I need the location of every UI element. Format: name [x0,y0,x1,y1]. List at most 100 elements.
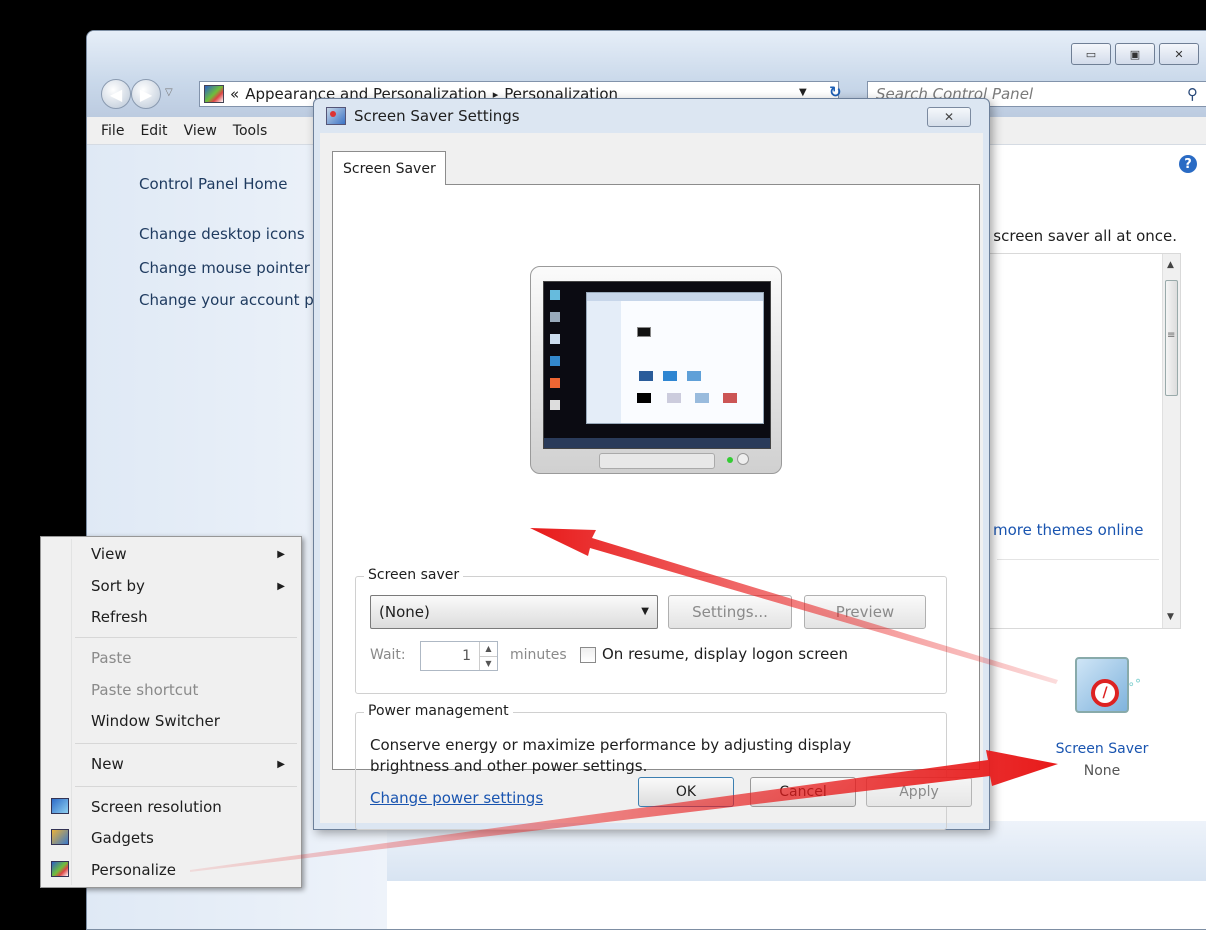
menu-item-gadgets[interactable]: Gadgets [41,823,301,853]
personalize-icon [51,861,69,877]
breadcrumb-overflow[interactable]: « [230,85,239,103]
screen-saver-icon: / ∘° [1075,657,1141,713]
menu-item-paste-shortcut[interactable]: Paste shortcut [41,675,301,705]
menu-separator [75,786,297,787]
desktop-context-menu: View ▶ Sort by ▶ Refresh Paste Paste sho… [40,536,302,888]
cancel-button[interactable]: Cancel [750,777,856,807]
change-desktop-icons-link[interactable]: Change desktop icons [139,225,305,243]
submenu-arrow-icon: ▶ [277,548,285,560]
logon-screen-checkbox[interactable] [580,647,596,663]
power-led-icon [727,457,733,463]
screen-saver-selected-value: (None) [379,603,430,621]
menu-item-sort-by[interactable]: Sort by ▶ [41,571,301,601]
control-panel-home-link[interactable]: Control Panel Home [139,175,288,193]
screen-saver-select[interactable]: (None) ▼ [370,595,658,629]
menu-separator [75,743,297,744]
monitor-base [599,453,715,469]
menu-item-label: Screen resolution [91,798,222,816]
get-more-themes-link[interactable]: more themes online [993,521,1143,539]
search-icon[interactable]: ⚲ [1187,85,1198,103]
recent-pages-dropdown[interactable]: ▽ [165,87,173,98]
screen-saver-tile-title[interactable]: Screen Saver [1047,741,1157,757]
submenu-arrow-icon: ▶ [277,758,285,770]
change-mouse-pointers-link[interactable]: Change mouse pointer [139,259,310,277]
preview-window-sidebar [587,301,621,423]
menu-item-label: Paste [91,649,132,667]
minimize-button[interactable]: ▭ [1071,43,1111,65]
screen-saver-settings-icon [326,107,346,125]
menu-item-personalize[interactable]: Personalize [41,855,301,885]
menu-item-label: Paste shortcut [91,681,199,699]
wait-label: Wait: [370,647,406,663]
change-power-settings-link[interactable]: Change power settings [370,789,543,807]
tab-screen-saver[interactable]: Screen Saver [332,151,446,185]
gadgets-icon [51,829,69,845]
dialog-client: Screen Saver Screen saver (None) ▼ Setti… [320,133,983,830]
scroll-grip-icon: ≡ [1167,330,1176,341]
forward-button[interactable]: ▶ [131,79,161,109]
screen-saver-tile[interactable]: / ∘° Screen Saver None [1047,657,1157,797]
change-account-picture-link[interactable]: Change your account p [139,291,314,309]
power-management-description: Conserve energy or maximize performance … [370,736,852,775]
theme-thumbnail [695,393,709,403]
dialog-title: Screen Saver Settings [354,107,520,125]
theme-thumbnail [637,327,651,337]
theme-list-scrollbar[interactable]: ▲ ≡ ▼ [1162,254,1180,628]
desktop-icon [550,378,560,388]
scroll-down-icon[interactable]: ▼ [1167,612,1174,622]
screen-resolution-icon [51,798,69,814]
bubbles-icon: ∘° [1127,677,1141,691]
screen-saver-tile-value: None [1083,763,1121,779]
menu-tools[interactable]: Tools [233,123,268,139]
dialog-close-button[interactable]: ✕ [927,107,971,127]
theme-thumbnail [667,393,681,403]
theme-list[interactable]: ▲ ≡ ▼ [987,253,1181,629]
wait-minutes-stepper[interactable]: 1 ▲ ▼ [420,641,498,671]
settings-button[interactable]: Settings... [668,595,792,629]
desktop-icon [550,312,560,322]
power-button-icon [737,453,749,465]
screen-saver-tab-panel: Screen saver (None) ▼ Settings... Previe… [332,184,980,830]
no-entry-icon: / [1091,679,1119,707]
scroll-up-icon[interactable]: ▲ [1167,260,1174,270]
desktop-icon [550,400,560,410]
close-button[interactable]: ✕ [1159,43,1199,65]
dialog-title-bar: Screen Saver Settings [314,99,989,133]
preview-button[interactable]: Preview [804,595,926,629]
minutes-label: minutes [510,647,567,663]
menu-item-paste[interactable]: Paste [41,643,301,673]
apply-button[interactable]: Apply [866,777,972,807]
menu-item-label: Personalize [91,861,177,879]
menu-edit[interactable]: Edit [140,123,167,139]
menu-view[interactable]: View [184,123,217,139]
preview-taskbar [544,438,770,448]
menu-item-view[interactable]: View ▶ [41,539,301,569]
bottom-strip [387,821,1206,881]
desktop-icon [550,334,560,344]
preview-screen [543,281,771,449]
back-button[interactable]: ◀ [101,79,131,109]
logon-screen-label[interactable]: On resume, display logon screen [602,645,848,663]
address-dropdown-icon[interactable]: ▼ [799,87,807,98]
theme-thumbnail [663,371,677,381]
menu-item-new[interactable]: New ▶ [41,749,301,779]
menu-item-refresh[interactable]: Refresh [41,602,301,632]
menu-item-label: Window Switcher [91,712,220,730]
menu-item-label: New [91,755,124,773]
theme-thumbnail [687,371,701,381]
menu-separator [75,637,297,638]
power-management-group-label: Power management [364,703,513,719]
menu-item-screen-resolution[interactable]: Screen resolution [41,792,301,822]
ok-button[interactable]: OK [638,777,734,807]
menu-file[interactable]: File [101,123,124,139]
menu-item-label: Gadgets [91,829,154,847]
screen-saver-group-label: Screen saver [364,567,464,583]
spin-down-icon[interactable]: ▼ [479,656,497,670]
help-icon[interactable]: ? [1179,155,1197,173]
wait-minutes-value: 1 [462,648,471,664]
chevron-down-icon[interactable]: ▼ [641,606,649,617]
submenu-arrow-icon: ▶ [277,580,285,592]
menu-item-window-switcher[interactable]: Window Switcher [41,706,301,736]
window-controls: ▭ ▣ ✕ [1071,43,1199,65]
maximize-button[interactable]: ▣ [1115,43,1155,65]
